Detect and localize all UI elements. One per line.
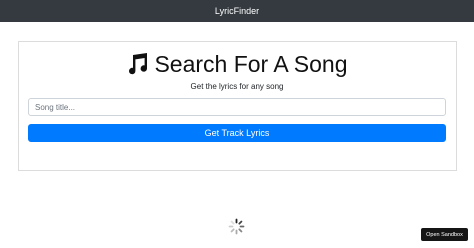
navbar-brand[interactable]: LyricFinder	[215, 6, 259, 16]
open-sandbox-button[interactable]: Open Sandbox	[421, 228, 468, 241]
page-heading: Search For A Song	[0, 51, 474, 77]
get-lyrics-button[interactable]: Get Track Lyrics	[28, 124, 446, 142]
spinner-icon	[228, 218, 245, 235]
navbar: LyricFinder	[0, 0, 474, 22]
page-title: Search For A Song	[154, 51, 348, 77]
music-note-icon	[126, 52, 150, 76]
page-subtitle: Get the lyrics for any song	[190, 82, 284, 91]
song-title-input[interactable]	[28, 98, 446, 116]
